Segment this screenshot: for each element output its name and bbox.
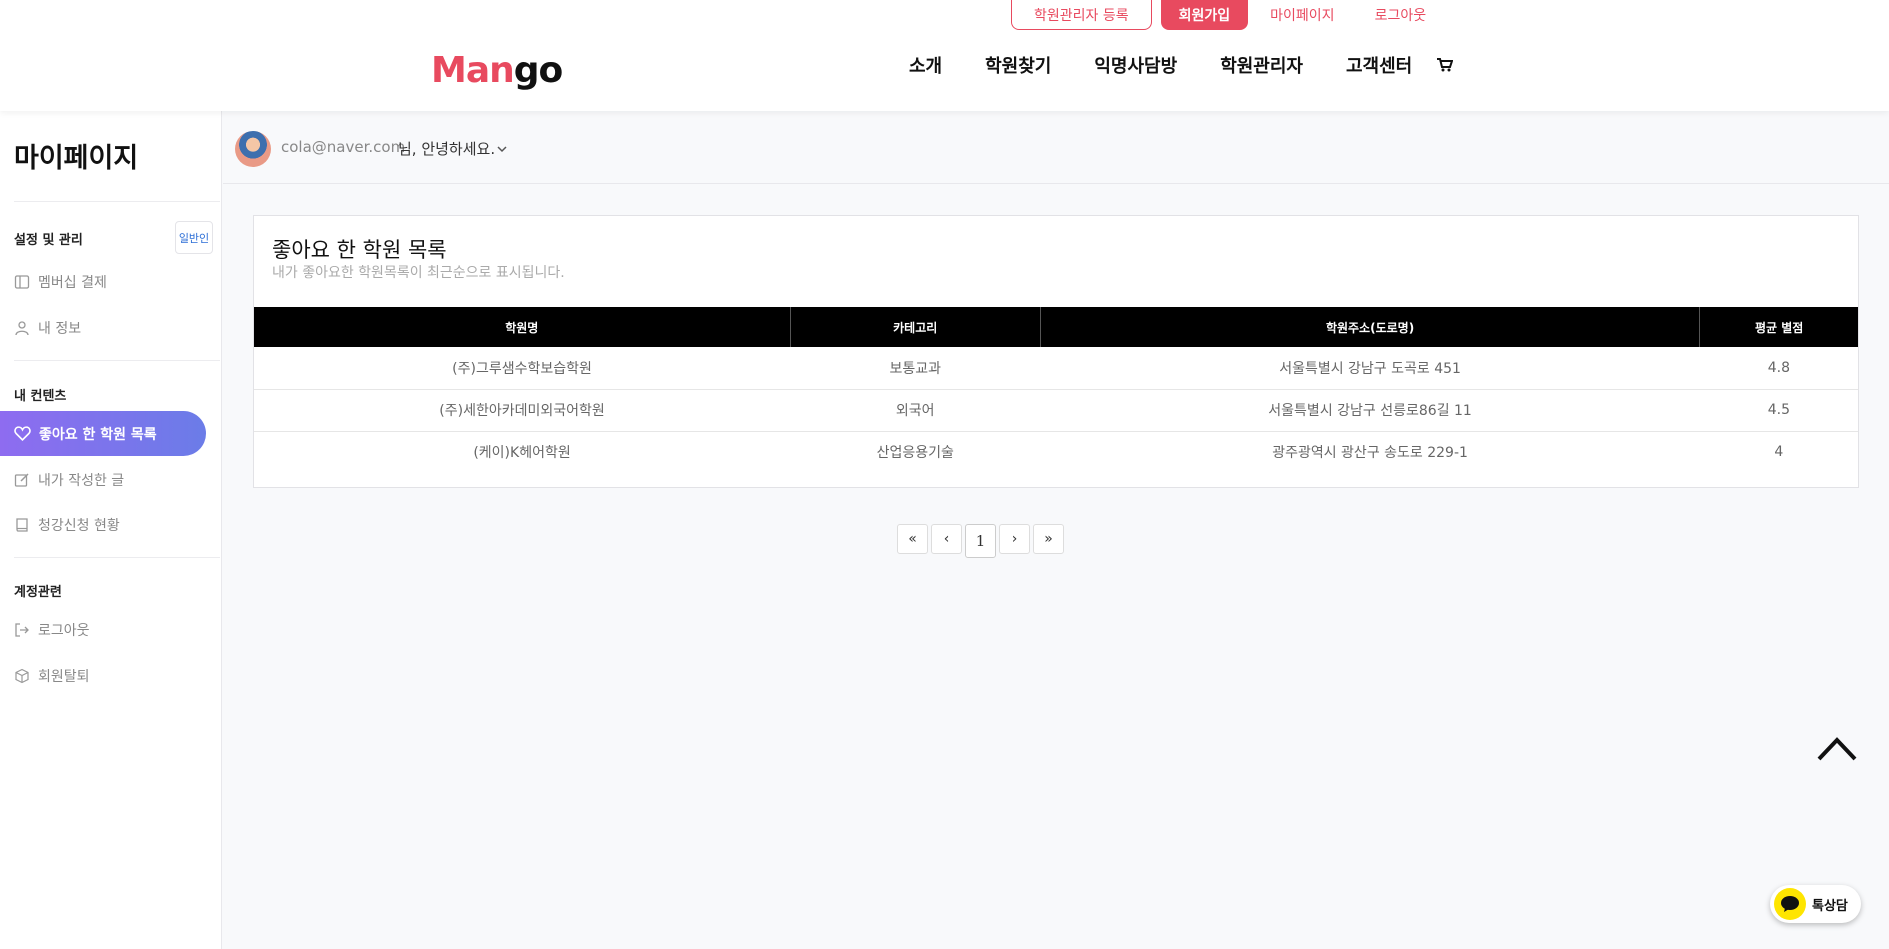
sidebar-item-label: 멤버십 결제 <box>38 275 107 291</box>
table-row[interactable]: (주)그루샘수학보습학원 보통교과 서울특별시 강남구 도곡로 451 4.8 <box>254 347 1858 390</box>
cell-category: 산업응용기술 <box>876 445 954 462</box>
register-academy-button[interactable]: 학원관리자 등록 <box>1011 0 1152 30</box>
liked-academies-card: 좋아요 한 학원 목록 내가 좋아요한 학원목록이 최근순으로 표시됩니다. 학… <box>253 215 1859 488</box>
sidebar-item-membership[interactable]: 멤버십 결제 <box>14 271 107 293</box>
divider <box>14 360 220 361</box>
greeting-text: 님, 안녕하세요. <box>398 140 496 158</box>
sidebar-item-my-posts[interactable]: 내가 작성한 글 <box>14 469 124 491</box>
next-page-button[interactable]: › <box>999 524 1030 554</box>
section-content: 내 컨텐츠 <box>14 389 67 404</box>
nav-item-academy-admin[interactable]: 학원관리자 <box>1220 52 1303 78</box>
table-row[interactable]: (케이)K헤어학원 산업응용기술 광주광역시 광산구 송도로 229-1 4 <box>254 431 1858 473</box>
column-header-address: 학원주소(도로명) <box>1040 307 1701 347</box>
sidebar-item-label: 회원탈퇴 <box>38 669 90 685</box>
user-email: cola@naver.com <box>281 138 406 156</box>
site-logo[interactable]: Mango <box>431 50 564 91</box>
sidebar-item-label: 내 정보 <box>38 321 82 337</box>
prev-page-button[interactable]: ‹ <box>931 524 962 554</box>
nav-item-find-academy[interactable]: 학원찾기 <box>985 52 1051 78</box>
logo-text-secondary: go <box>513 50 564 91</box>
sidebar-item-label: 좋아요 한 학원 목록 <box>39 426 157 443</box>
column-header-name: 학원명 <box>254 307 791 347</box>
logout-link[interactable]: 로그아웃 <box>1375 5 1427 25</box>
logout-icon <box>15 623 29 637</box>
sidebar-item-my-info[interactable]: 내 정보 <box>14 317 81 339</box>
pagination: « ‹ 1 › » <box>897 524 1067 558</box>
cell-rating: 4.8 <box>1699 347 1858 390</box>
last-page-button[interactable]: » <box>1033 524 1064 554</box>
site-header: 학원관리자 등록 회원가입 마이페이지 로그아웃 Mango 소개 학원찾기 익… <box>0 0 1889 111</box>
layout-icon <box>14 275 30 289</box>
cell-rating: 4.5 <box>1699 389 1858 432</box>
signup-button[interactable]: 회원가입 <box>1160 0 1249 30</box>
avatar[interactable] <box>235 131 271 167</box>
first-page-button[interactable]: « <box>897 524 928 554</box>
box-icon <box>15 668 29 684</box>
cell-category: 외국어 <box>790 389 1041 432</box>
nav-item-intro[interactable]: 소개 <box>909 52 942 78</box>
chevron-down-icon[interactable] <box>495 142 509 156</box>
top-utility-bar: 학원관리자 등록 회원가입 마이페이지 로그아웃 <box>1011 0 1444 30</box>
current-page-button[interactable]: 1 <box>965 524 996 558</box>
cell-rating: 4 <box>1774 444 1784 461</box>
user-icon <box>15 321 29 336</box>
sidebar-item-liked-academies[interactable]: 좋아요 한 학원 목록 <box>0 411 206 456</box>
table-header-row: 학원명 카테고리 학원주소(도로명) 평균 별점 <box>254 307 1858 347</box>
nav-item-customer-center[interactable]: 고객센터 <box>1346 52 1412 78</box>
cell-category: 보통교과 <box>790 347 1041 390</box>
sidebar-item-label: 청강신청 현황 <box>38 518 120 534</box>
card-title: 좋아요 한 학원 목록 <box>272 238 447 262</box>
book-icon <box>16 518 28 532</box>
cell-address: 광주광역시 광산구 송도로 229-1 <box>1272 445 1468 462</box>
cell-name: (주)세한아카데미외국어학원 <box>254 389 791 432</box>
cell-name: (케이)K헤어학원 <box>473 445 571 462</box>
card-subtitle: 내가 좋아요한 학원목록이 최근순으로 표시됩니다. <box>272 265 565 281</box>
nav-item-anonymous-board[interactable]: 익명사담방 <box>1094 52 1177 78</box>
sidebar-item-label: 로그아웃 <box>38 623 90 639</box>
sidebar-item-label: 내가 작성한 글 <box>38 473 125 489</box>
cell-name: (주)그루샘수학보습학원 <box>254 347 791 390</box>
divider <box>14 201 220 202</box>
table-row[interactable]: (주)세한아카데미외국어학원 외국어 서울특별시 강남구 선릉로86길 11 4… <box>254 389 1858 432</box>
column-header-rating: 평균 별점 <box>1699 307 1858 347</box>
user-type-badge: 일반인 <box>175 221 213 254</box>
sidebar-item-enrollment[interactable]: 청강신청 현황 <box>14 514 120 536</box>
sidebar-title: 마이페이지 <box>14 143 139 174</box>
section-account: 계정관련 <box>14 585 62 600</box>
main-nav: 소개 학원찾기 익명사담방 학원관리자 고객센터 <box>909 52 1455 78</box>
logo-text-primary: Man <box>431 50 515 91</box>
chat-label: 톡상담 <box>1812 898 1848 914</box>
academy-table: 학원명 카테고리 학원주소(도로명) 평균 별점 (주)그루샘수학보습학원 보통… <box>254 307 1858 473</box>
chat-consult-button[interactable]: 톡상담 <box>1770 885 1861 923</box>
sidebar-item-logout[interactable]: 로그아웃 <box>14 619 90 641</box>
user-bar: cola@naver.com 님, 안녕하세요. <box>223 111 1889 184</box>
sidebar: 마이페이지 설정 및 관리 일반인 멤버십 결제 내 정보 내 컨텐츠 좋아요 … <box>0 111 222 949</box>
chat-bubble-icon <box>1774 888 1806 920</box>
cell-address: 서울특별시 강남구 선릉로86길 11 <box>1040 389 1700 432</box>
sidebar-item-withdraw[interactable]: 회원탈퇴 <box>14 665 90 687</box>
scroll-to-top-icon[interactable] <box>1816 733 1858 763</box>
divider <box>14 557 220 558</box>
section-settings: 설정 및 관리 <box>14 233 83 248</box>
cell-address: 서울특별시 강남구 도곡로 451 <box>1040 347 1700 390</box>
column-header-category: 카테고리 <box>790 307 1041 347</box>
edit-icon <box>14 473 29 487</box>
mypage-link[interactable]: 마이페이지 <box>1270 5 1334 25</box>
cart-icon[interactable] <box>1437 58 1453 72</box>
heart-icon <box>14 426 31 442</box>
